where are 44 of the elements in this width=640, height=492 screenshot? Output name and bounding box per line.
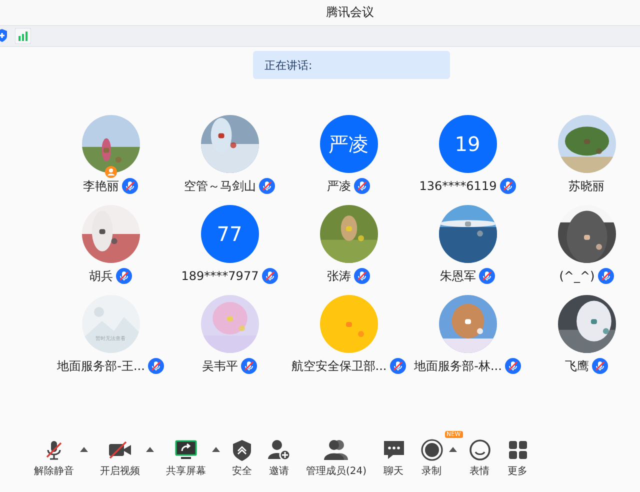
participant-name: 朱恩军	[440, 268, 476, 284]
participant-name: 胡兵	[89, 268, 113, 284]
video-off-icon	[108, 439, 132, 461]
caret-icon[interactable]	[80, 447, 88, 452]
caret-icon[interactable]	[146, 447, 154, 452]
toolbar-button[interactable]: 邀请	[264, 438, 294, 478]
participant-name: 航空安全保卫部...	[291, 358, 387, 374]
toolbar-button[interactable]: 录制	[416, 438, 447, 478]
participant-name: 136****6119	[419, 179, 497, 193]
speaking-banner: 正在讲话:	[252, 51, 450, 79]
shield-icon[interactable]	[0, 29, 7, 43]
members-icon	[324, 439, 348, 461]
caret-icon[interactable]	[212, 447, 220, 452]
caret-icon[interactable]	[448, 447, 457, 452]
participant-name: 地面服务部-王...	[57, 358, 145, 374]
invite-icon	[268, 439, 290, 461]
participant-name: 地面服务部-林...	[414, 358, 502, 374]
toolbar-button[interactable]: 表情	[464, 438, 495, 478]
participant-name: 严凌	[327, 178, 351, 194]
toolbar-button[interactable]: 安全	[228, 438, 256, 478]
participant-name: 空管～马剑山	[184, 178, 256, 194]
participant-name: 吴韦平	[202, 358, 238, 374]
participant-name: 苏晓丽	[568, 178, 604, 194]
toolbar-button[interactable]: 开启视频	[96, 438, 144, 478]
window-title: 腾讯会议	[326, 4, 374, 21]
more-icon	[506, 439, 529, 461]
toolbar-button[interactable]: 更多	[502, 438, 533, 478]
participant-name: 张涛	[327, 268, 351, 284]
shield-icon	[233, 440, 251, 460]
avatar: 77	[200, 205, 258, 263]
participant-name: (^_^)	[559, 269, 595, 283]
toolbar-button[interactable]: 管理成员(24)	[302, 438, 371, 478]
chat-icon	[382, 439, 405, 461]
participant-name: 李艳丽	[83, 178, 119, 194]
toolbar-button[interactable]: 解除静音	[30, 438, 78, 478]
avatar: 19	[438, 115, 496, 173]
share-screen-icon	[175, 440, 197, 460]
participant-name: 飞鹰	[565, 358, 589, 374]
participant-name: 189****7977	[181, 269, 259, 283]
toolbar-button[interactable]: 聊天	[378, 438, 409, 478]
emoji-icon	[468, 439, 491, 461]
avatar: 严凌	[320, 115, 378, 173]
toolbar-button[interactable]: 共享屏幕	[162, 438, 210, 478]
record-icon	[420, 439, 443, 461]
